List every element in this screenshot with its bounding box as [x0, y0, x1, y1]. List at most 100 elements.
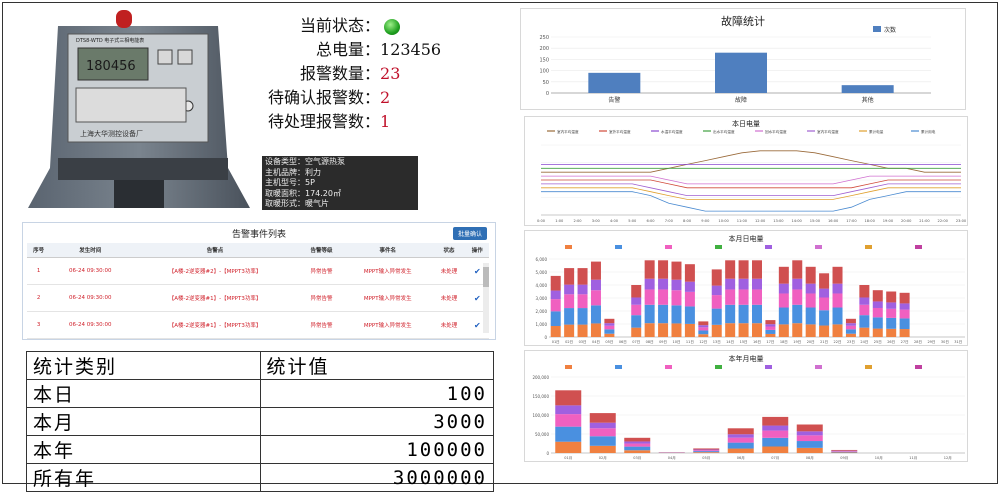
- stacked-bar-segment: [739, 260, 749, 278]
- scroll-thumb[interactable]: [483, 267, 489, 287]
- stacked-bar-segment: [671, 280, 681, 291]
- stacked-bar-segment: [846, 319, 856, 323]
- y-tick-label: 250: [539, 35, 549, 41]
- x-tick-label: 12日: [699, 340, 707, 344]
- stacked-bar-segment: [578, 268, 588, 285]
- fault-bar: [715, 53, 767, 93]
- x-tick-label: 10月: [875, 455, 883, 460]
- row-point: 【A楼-2逆变器#1】-【MPPT3功率】: [130, 312, 300, 339]
- stacked-bar-segment: [806, 267, 816, 284]
- table-row: 所有年 3000000: [27, 464, 494, 492]
- stacked-bar-segment: [645, 289, 655, 304]
- device-area: 取暖面积：174.20㎡: [265, 189, 415, 200]
- alarm-count-row: 报警数量：23: [300, 60, 400, 84]
- x-tick-label: 11月: [909, 455, 917, 460]
- stacked-bar-segment: [765, 330, 775, 334]
- x-tick-label: 18:00: [865, 219, 876, 223]
- stacked-bar-segment: [833, 267, 843, 284]
- stacked-bar-segment: [685, 324, 695, 337]
- col-level: 告警等级: [300, 243, 343, 258]
- stacked-bar-segment: [604, 326, 614, 330]
- x-tick-label: 18日: [780, 340, 788, 344]
- stacked-bar-segment: [685, 282, 695, 292]
- stats-category: 本日: [27, 380, 261, 408]
- y-tick-label: 100,000: [532, 413, 549, 418]
- stacked-bar-segment: [555, 442, 581, 453]
- series-line: [541, 151, 961, 172]
- stacked-bar-segment: [886, 302, 896, 308]
- stacked-bar-segment: [712, 269, 722, 285]
- fault-bar: [588, 73, 640, 93]
- batch-confirm-button[interactable]: 批量确认: [453, 227, 487, 240]
- y-tick-label: 2,000: [536, 309, 548, 314]
- total-value: 123456: [380, 40, 441, 59]
- row-status: 未处理: [432, 285, 465, 312]
- stacked-bar-segment: [859, 305, 869, 315]
- x-tick-label: 17:00: [846, 219, 857, 223]
- legend-label: 次数: [884, 26, 896, 34]
- stacked-bar-segment: [873, 329, 883, 337]
- stacked-bar-segment: [873, 301, 883, 308]
- stacked-bar-segment: [779, 293, 789, 307]
- stacked-bar-segment: [728, 438, 754, 443]
- stacked-bar-segment: [698, 327, 708, 330]
- legend-label: 回水平均温度: [765, 129, 787, 134]
- stacked-bar-segment: [624, 450, 650, 453]
- state-label: 当前状态：: [300, 16, 380, 35]
- x-tick-label: 12:00: [755, 219, 766, 223]
- stacked-bar-segment: [873, 308, 883, 317]
- stacked-bar-segment: [712, 325, 722, 337]
- stacked-bar-segment: [792, 279, 802, 290]
- stacked-bar-segment: [900, 293, 910, 304]
- x-tick-label: 2:00: [573, 219, 582, 223]
- table-scrollbar[interactable]: [483, 263, 489, 333]
- row-time: 06-24 09:30:00: [50, 312, 130, 339]
- stacked-bar-segment: [792, 289, 802, 304]
- legend-label: 累计用电: [921, 129, 936, 134]
- x-tick-label: 20:00: [901, 219, 912, 223]
- table-row[interactable]: 2 06-24 09:30:00 【A楼-2逆变器#1】-【MPPT3功率】 异…: [27, 285, 489, 312]
- stats-category: 本年: [27, 436, 261, 464]
- legend-label: 累计电量: [869, 129, 884, 134]
- legend-swatch: [665, 245, 672, 249]
- x-tick-label: 8:00: [683, 219, 692, 223]
- x-tick-label: 21:00: [919, 219, 930, 223]
- stacked-bar-segment: [564, 285, 574, 295]
- stacked-bar-segment: [578, 325, 588, 337]
- stats-value: 3000: [260, 408, 494, 436]
- total-label: 总电量：: [316, 40, 380, 59]
- x-tick-label: 07日: [632, 340, 640, 344]
- col-no: 序号: [27, 243, 50, 258]
- y-tick-label: 0: [544, 335, 547, 340]
- stacked-bar-segment: [846, 334, 856, 337]
- table-row[interactable]: 1 06-24 09:30:00 【A楼-2逆变器#2】-【MPPT3功率】 异…: [27, 258, 489, 285]
- stacked-bar-segment: [752, 323, 762, 337]
- stacked-bar-segment: [658, 289, 668, 304]
- stacked-bar-segment: [658, 260, 668, 278]
- stacked-bar-segment: [604, 319, 614, 323]
- table-row[interactable]: 3 06-24 09:30:00 【A楼-2逆变器#1】-【MPPT3功率】 异…: [27, 312, 489, 339]
- y-tick-label: 1,000: [536, 322, 548, 327]
- stacked-bar-segment: [728, 449, 754, 453]
- stacked-bar-segment: [725, 260, 735, 278]
- legend-swatch: [865, 365, 872, 369]
- row-no: 1: [27, 258, 50, 285]
- stacked-bar-segment: [551, 299, 561, 311]
- x-tick-label: 23日: [847, 340, 855, 344]
- stacked-bar-segment: [797, 431, 823, 435]
- x-tick-label: 12月: [944, 455, 952, 460]
- x-tick-label: 22日: [834, 340, 842, 344]
- stacked-bar-segment: [762, 447, 788, 453]
- x-tick-label: 11日: [686, 340, 694, 344]
- x-tick-label: 5:00: [628, 219, 637, 223]
- x-tick-label: 05月: [702, 455, 710, 460]
- stacked-bar-segment: [846, 329, 856, 333]
- x-tick-label: 0:00: [537, 219, 546, 223]
- stacked-bar-segment: [698, 334, 708, 337]
- daily-energy-chart-panel: 本日电量 室内平均温度室外平均温度水温平均温度出水平均温度回水平均温度室内平均温…: [524, 116, 968, 226]
- x-tick-label: 04日: [592, 340, 600, 344]
- x-tick-label: 05日: [605, 340, 613, 344]
- stacked-bar-segment: [591, 290, 601, 305]
- col-action: 操作: [466, 243, 489, 258]
- stacked-bar-segment: [624, 441, 650, 443]
